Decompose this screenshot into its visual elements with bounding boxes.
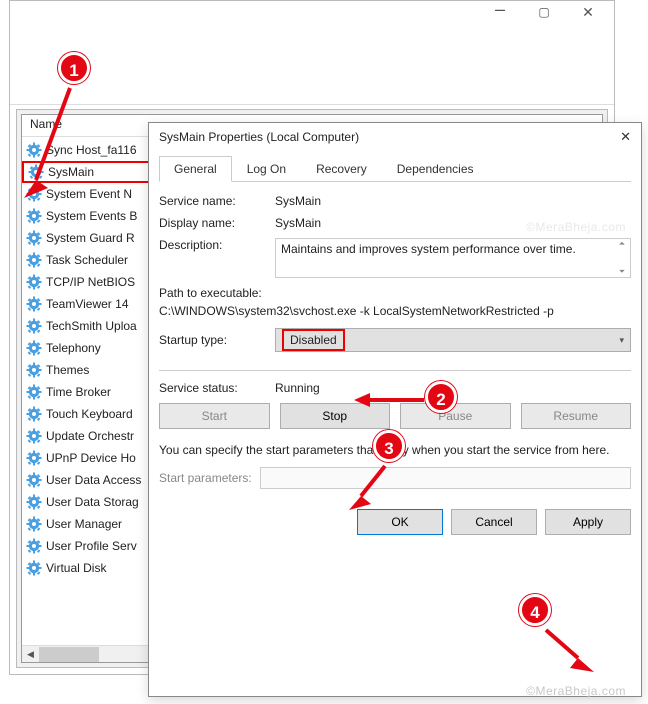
dialog-title: SysMain Properties (Local Computer) xyxy=(159,130,359,144)
tab-general[interactable]: General xyxy=(159,156,232,182)
service-name-label: User Profile Serv xyxy=(46,539,137,553)
service-name-label: User Data Access xyxy=(46,473,141,487)
resume-button: Resume xyxy=(521,403,632,429)
service-name-label: System Guard R xyxy=(46,231,135,245)
gear-icon xyxy=(26,428,42,444)
gear-icon xyxy=(26,296,42,312)
service-name-label: Update Orchestr xyxy=(46,429,134,443)
gear-icon xyxy=(26,186,42,202)
gear-icon xyxy=(28,164,44,180)
start-params-input xyxy=(260,467,631,489)
value-service-name: SysMain xyxy=(275,194,631,208)
service-name-label: TechSmith Uploa xyxy=(46,319,137,333)
gear-icon xyxy=(26,318,42,334)
start-button: Start xyxy=(159,403,270,429)
description-box: Maintains and improves system performanc… xyxy=(275,238,631,278)
service-name-label: TeamViewer 14 xyxy=(46,297,129,311)
gear-icon xyxy=(26,516,42,532)
label-service-name: Service name: xyxy=(159,194,275,208)
scroll-thumb[interactable] xyxy=(39,647,99,662)
value-path: C:\WINDOWS\system32\svchost.exe -k Local… xyxy=(159,304,631,318)
gear-icon xyxy=(26,384,42,400)
service-name-label: TCP/IP NetBIOS xyxy=(46,275,135,289)
scroll-down-icon[interactable]: ⏷ xyxy=(614,267,630,277)
minimize-button[interactable]: – xyxy=(478,1,522,23)
gear-icon xyxy=(26,472,42,488)
chevron-down-icon: ▾ xyxy=(619,335,624,346)
properties-dialog: SysMain Properties (Local Computer) ✕ Ge… xyxy=(148,122,642,697)
label-start-params: Start parameters: xyxy=(159,471,252,485)
annotation-4: 4 xyxy=(519,594,551,626)
gear-icon xyxy=(26,406,42,422)
watermark: ©MeraBheja.com xyxy=(526,220,626,234)
maximize-button[interactable]: ▢ xyxy=(522,1,566,23)
service-name-label: System Events B xyxy=(46,209,137,223)
gear-icon xyxy=(26,362,42,378)
gear-icon xyxy=(26,142,42,158)
tab-dependencies[interactable]: Dependencies xyxy=(382,156,489,182)
gear-icon xyxy=(26,230,42,246)
close-button[interactable]: ✕ xyxy=(566,1,610,23)
service-name-label: Themes xyxy=(46,363,89,377)
annotation-1: 1 xyxy=(58,52,90,84)
scroll-left-icon[interactable]: ◀ xyxy=(22,646,39,663)
service-name-label: User Manager xyxy=(46,517,122,531)
value-startup-type: Disabled xyxy=(282,329,345,351)
gear-icon xyxy=(26,450,42,466)
toolbar-area xyxy=(10,31,614,105)
gear-icon xyxy=(26,274,42,290)
gear-icon xyxy=(26,208,42,224)
watermark: ©MeraBheja.com xyxy=(526,684,626,698)
label-path: Path to executable: xyxy=(159,286,631,300)
cancel-button[interactable]: Cancel xyxy=(451,509,537,535)
gear-icon xyxy=(26,340,42,356)
service-name-label: System Event N xyxy=(46,187,132,201)
tab-recovery[interactable]: Recovery xyxy=(301,156,382,182)
label-service-status: Service status: xyxy=(159,381,275,395)
value-description: Maintains and improves system performanc… xyxy=(281,242,576,256)
annotation-2: 2 xyxy=(425,381,457,413)
ok-button[interactable]: OK xyxy=(357,509,443,535)
dialog-close-icon[interactable]: ✕ xyxy=(620,129,631,145)
service-name-label: UPnP Device Ho xyxy=(46,451,136,465)
gear-icon xyxy=(26,538,42,554)
annotation-3: 3 xyxy=(373,430,405,462)
label-description: Description: xyxy=(159,238,275,278)
service-name-label: Telephony xyxy=(46,341,101,355)
service-name-label: Task Scheduler xyxy=(46,253,128,267)
service-name-label: User Data Storag xyxy=(46,495,139,509)
service-name-label: Time Broker xyxy=(46,385,111,399)
scroll-up-icon[interactable]: ⏶ xyxy=(614,239,630,249)
service-name-label: Touch Keyboard xyxy=(46,407,133,421)
stop-button[interactable]: Stop xyxy=(280,403,391,429)
service-name-label: Virtual Disk xyxy=(46,561,106,575)
apply-button[interactable]: Apply xyxy=(545,509,631,535)
label-startup-type: Startup type: xyxy=(159,333,275,347)
gear-icon xyxy=(26,560,42,576)
label-display-name: Display name: xyxy=(159,216,275,230)
startup-type-combo[interactable]: Disabled ▾ xyxy=(275,328,631,352)
gear-icon xyxy=(26,494,42,510)
gear-icon xyxy=(26,252,42,268)
service-name-label: SysMain xyxy=(48,165,94,179)
tab-log-on[interactable]: Log On xyxy=(232,156,301,182)
pause-button: Pause xyxy=(400,403,511,429)
service-name-label: Sync Host_fa116 xyxy=(46,143,137,157)
